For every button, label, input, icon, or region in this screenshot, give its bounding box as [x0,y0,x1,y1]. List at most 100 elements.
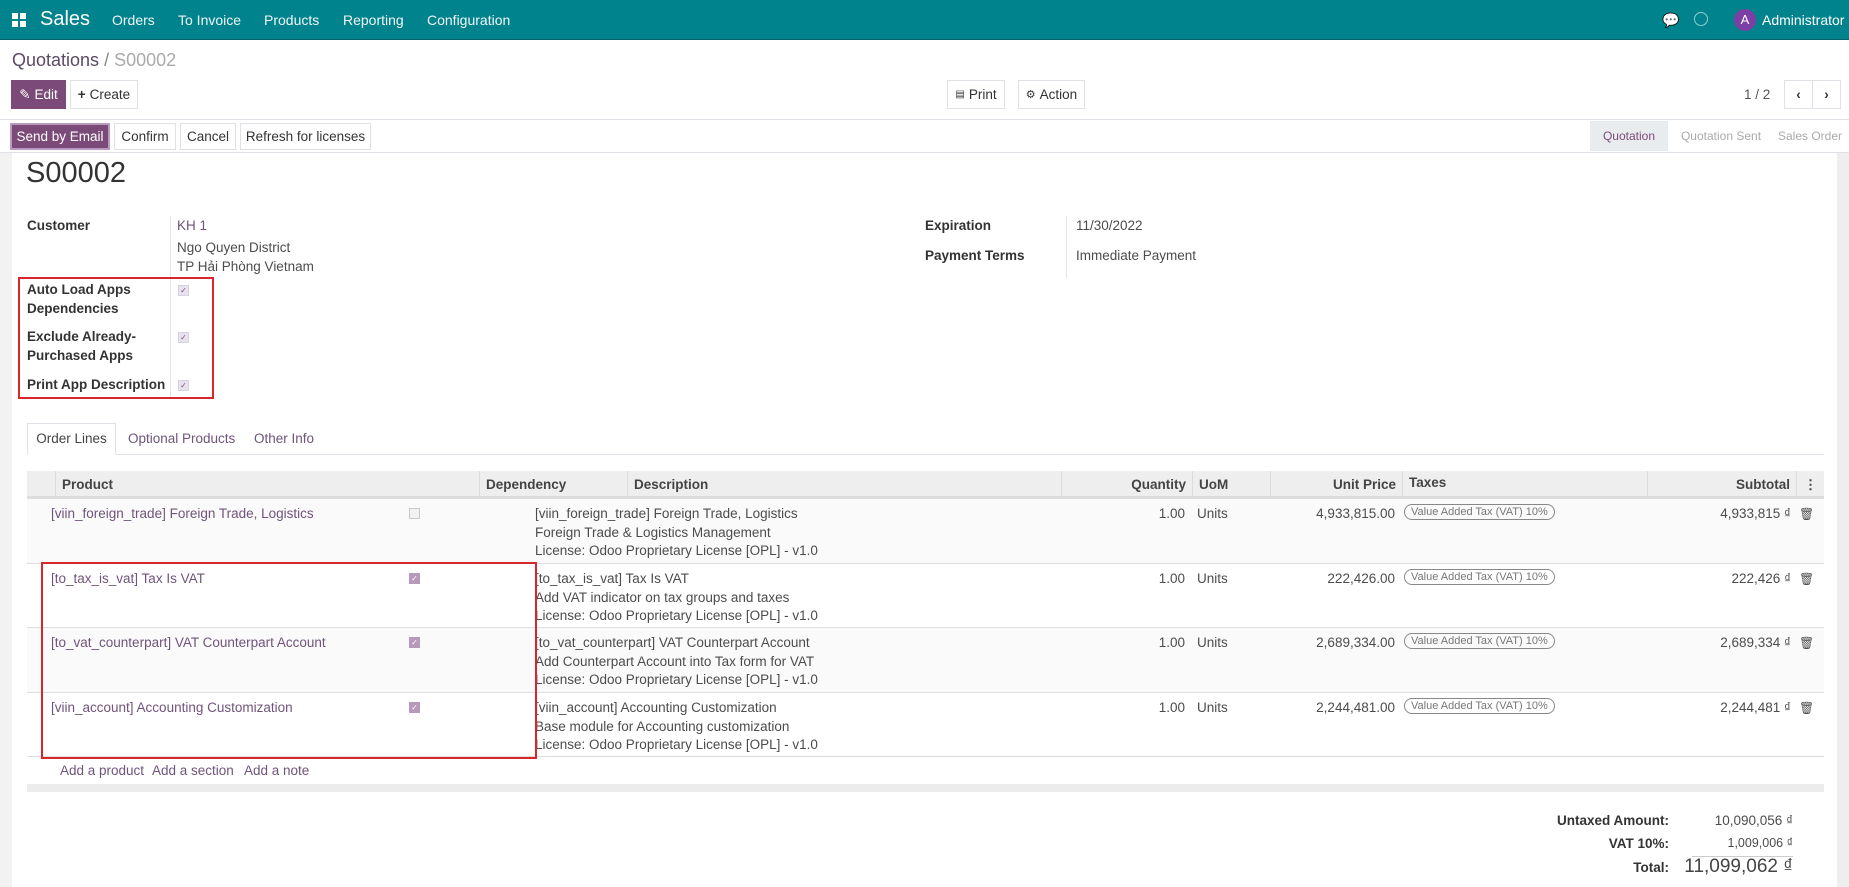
gear-icon: ⚙ [1025,89,1036,101]
total-value: 11,099,062 ₫ [1684,856,1793,877]
edit-button[interactable]: ✎ Edit [11,80,66,109]
create-label: Create [89,87,131,102]
chat-icon[interactable]: 💬 [1662,12,1679,29]
description-cell[interactable]: [to_vat_counterpart] VAT Counterpart Acc… [535,634,818,690]
print-label: Print [968,87,997,102]
description-cell[interactable]: [viin_account] Accounting Customization B… [535,699,818,755]
stage-quotation[interactable]: Quotation [1590,121,1668,151]
unit-price-cell[interactable]: 222,426.00 [1270,570,1395,589]
tax-tag: Value Added Tax (VAT) 10% [1404,633,1555,649]
breadcrumb-separator: / [104,50,110,70]
app-name[interactable]: Sales [40,8,90,31]
column-header-unit-price[interactable]: Unit Price [1270,471,1402,498]
column-header-quantity[interactable]: Quantity [1061,471,1192,498]
optional-columns-icon[interactable]: ⋮ [1796,471,1824,498]
menu-products[interactable]: Products [264,12,319,28]
column-header-taxes[interactable]: Taxes [1402,471,1647,498]
action-label: Action [1039,87,1078,102]
confirm-button[interactable]: Confirm [114,123,176,150]
stage-sales-order[interactable]: Sales Order [1772,121,1848,151]
divider [0,152,1849,153]
highlight-box [18,277,214,399]
tax-tag: Value Added Tax (VAT) 10% [1404,504,1555,520]
tax-tag: Value Added Tax (VAT) 10% [1404,569,1555,585]
customer-label: Customer [27,218,91,233]
pager-previous-button[interactable]: ‹ [1784,80,1813,109]
column-header-description[interactable]: Description [627,471,1061,498]
send-by-email-button[interactable]: Send by Email [10,123,110,150]
unit-price-cell[interactable]: 2,689,334.00 [1270,634,1395,653]
quantity-cell[interactable]: 1.00 [1061,570,1185,589]
customer-address-line: Ngo Quyen District [177,240,291,255]
quantity-cell[interactable]: 1.00 [1061,634,1185,653]
tax-tag: Value Added Tax (VAT) 10% [1404,698,1555,714]
tab-order-lines[interactable]: Order Lines [27,423,116,455]
divider [27,454,1824,455]
uom-cell[interactable]: Units [1197,699,1228,718]
description-cell[interactable]: [to_tax_is_vat] Tax Is VAT Add VAT indica… [535,570,818,626]
uom-cell[interactable]: Units [1197,505,1228,524]
add-product-link[interactable]: Add a product [60,763,144,778]
plus-icon: + [77,87,86,102]
payment-terms-label: Payment Terms [925,248,1025,263]
trash-icon[interactable]: 🗑 [1799,505,1814,524]
uom-cell[interactable]: Units [1197,634,1228,653]
expiration-value: 11/30/2022 [1076,218,1143,233]
uom-cell[interactable]: Units [1197,570,1228,589]
cancel-button[interactable]: Cancel [180,123,236,150]
print-icon: ▤ [955,89,965,100]
subtotal-cell: 2,689,334 ₫ [1720,635,1791,650]
add-line-row: Add a product Add a section Add a note [27,756,1824,784]
divider [0,119,1849,120]
trash-icon[interactable]: 🗑 [1799,634,1814,653]
add-note-link[interactable]: Add a note [244,763,309,778]
subtotal-cell: 222,426 ₫ [1731,571,1791,586]
avatar[interactable]: A [1734,9,1756,31]
print-button[interactable]: ▤ Print [947,80,1005,109]
quantity-cell[interactable]: 1.00 [1061,699,1185,718]
breadcrumb: Quotations / S00002 [12,50,176,71]
pencil-icon: ✎ [19,86,31,102]
breadcrumb-quotations[interactable]: Quotations [12,50,99,70]
stage-quotation-sent[interactable]: Quotation Sent [1674,121,1768,151]
untaxed-amount-value: 10,090,056 ₫ [1714,813,1793,828]
clock-icon[interactable] [1694,12,1708,26]
column-header-subtotal[interactable]: Subtotal [1647,471,1796,498]
column-header-dependency[interactable]: Dependency [479,471,627,498]
chevron-right-icon: › [1824,87,1829,102]
product-cell[interactable]: [viin_foreign_trade] Foreign Trade, Logi… [51,505,314,524]
description-cell[interactable]: [viin_foreign_trade] Foreign Trade, Logi… [535,505,818,561]
record-title: S00002 [26,157,126,189]
column-header-product[interactable]: Product [55,471,479,498]
chevron-left-icon: ‹ [1796,87,1801,102]
customer-link[interactable]: KH 1 [177,216,207,235]
payment-terms-value: Immediate Payment [1076,248,1197,263]
breadcrumb-current: S00002 [114,50,177,70]
unit-price-cell[interactable]: 2,244,481.00 [1270,699,1395,718]
column-header-uom[interactable]: UoM [1192,471,1270,498]
trash-icon[interactable]: 🗑 [1799,570,1814,589]
user-menu[interactable]: Administrator [1762,12,1844,28]
tab-other-info[interactable]: Other Info [254,431,314,446]
create-button[interactable]: + Create [70,80,138,109]
refresh-licenses-button[interactable]: Refresh for licenses [240,123,371,150]
quantity-cell[interactable]: 1.00 [1061,505,1185,524]
unit-price-cell[interactable]: 4,933,815.00 [1270,505,1395,524]
menu-configuration[interactable]: Configuration [427,12,510,28]
menu-reporting[interactable]: Reporting [343,12,404,28]
trash-icon[interactable]: 🗑 [1799,699,1814,718]
menu-to-invoice[interactable]: To Invoice [178,12,241,28]
action-button[interactable]: ⚙ Action [1018,80,1085,109]
table-footer [27,784,1824,792]
table-row[interactable]: [viin_foreign_trade] Foreign Trade, Logi… [27,498,1824,563]
pager-next-button[interactable]: › [1812,80,1841,109]
menu-orders[interactable]: Orders [112,12,155,28]
apps-grid-icon[interactable] [12,13,26,27]
customer-address-line: TP Hải Phòng Vietnam [177,259,314,274]
sheet-background [0,153,12,887]
tab-optional-products[interactable]: Optional Products [128,431,235,446]
scrollbar[interactable] [1837,153,1849,887]
dependency-checkbox[interactable] [409,508,420,519]
highlight-box [41,562,537,759]
add-section-link[interactable]: Add a section [152,763,234,778]
